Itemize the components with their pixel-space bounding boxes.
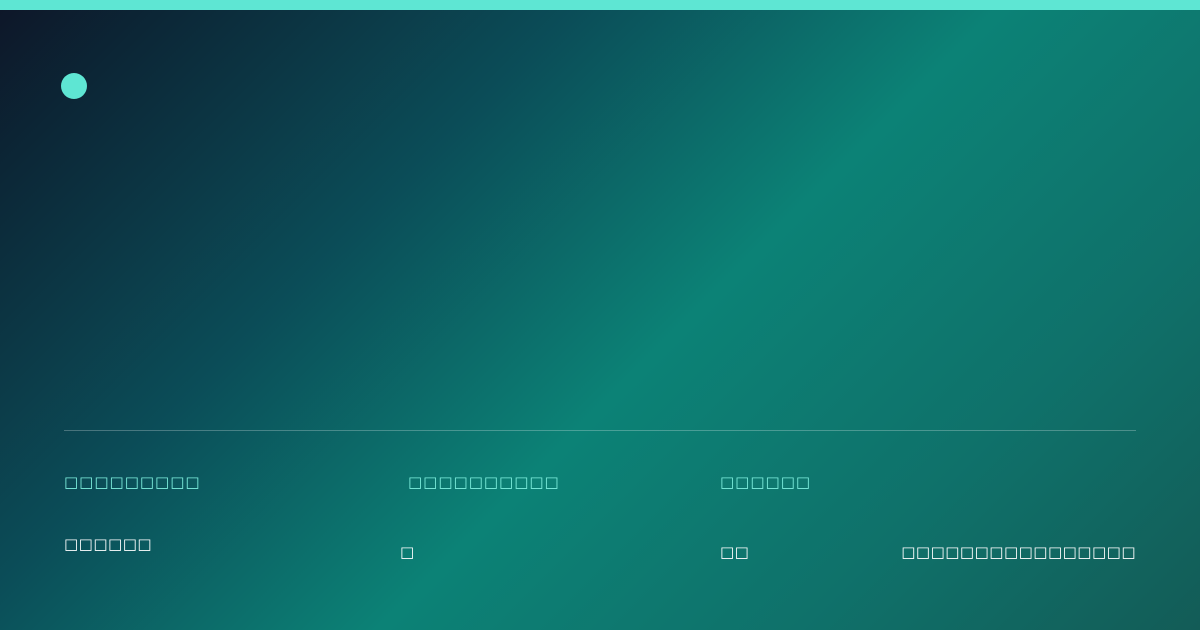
info-label-2: □□□□□□□□□□: [408, 473, 560, 491]
og-card: □□□□□□□□□ □□□□□□□□□□ □□□□□□ □□□□□□ □ □□ …: [0, 0, 1200, 630]
info-value-2: □: [400, 543, 415, 561]
info-value-1: □□□□□□: [64, 535, 153, 553]
info-value-4: □□□□□□□□□□□□□□□□: [901, 543, 1136, 561]
top-accent-bar: [0, 0, 1200, 10]
info-label-3: □□□□□□: [720, 473, 812, 491]
info-value-3: □□: [720, 543, 750, 561]
brand-dot-icon: [61, 73, 87, 99]
info-label-1: □□□□□□□□□: [64, 473, 201, 491]
divider: [64, 430, 1136, 431]
